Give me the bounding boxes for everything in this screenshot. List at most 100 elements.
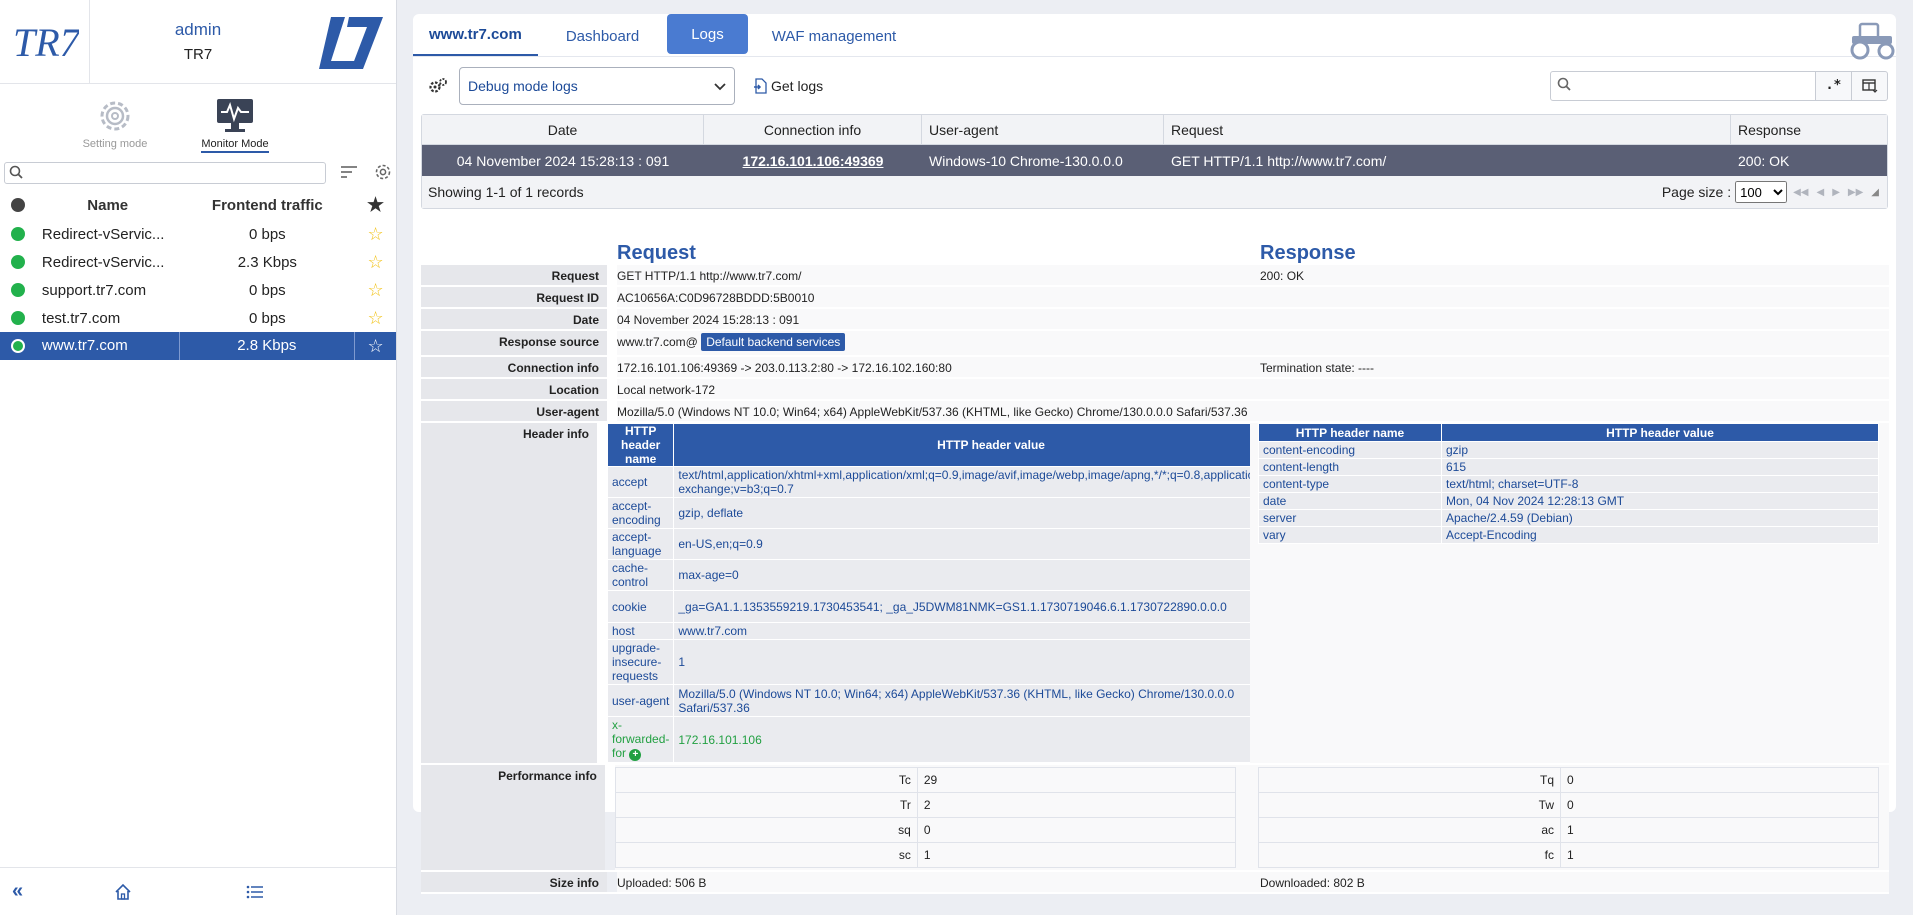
log-settings-button[interactable] — [427, 75, 449, 97]
value-user-agent: Mozilla/5.0 (Windows NT 10.0; Win64; x64… — [617, 401, 1889, 421]
header-name: content-length — [1258, 458, 1442, 476]
pager: Page size : 100 ◀◀ ◀ ▶ ▶▶ ◢ — [1662, 181, 1881, 203]
organization: TR7 — [183, 46, 213, 63]
log-row-selected[interactable]: 04 November 2024 15:28:13 : 091 172.16.1… — [422, 145, 1887, 176]
page-size-select[interactable]: 100 — [1735, 181, 1788, 203]
service-row-selected[interactable]: www.tr7.com 2.8 Kbps ☆ — [0, 332, 396, 360]
header-name: content-encoding — [1258, 441, 1442, 459]
log-grid-header: Date Connection info User-agent Request … — [422, 115, 1887, 145]
status-column-icon[interactable] — [10, 198, 25, 212]
tab-logs[interactable]: Logs — [667, 14, 748, 54]
setting-mode-button[interactable]: Setting mode — [75, 94, 155, 150]
header-name-col: HTTP header name — [1258, 423, 1442, 442]
log-search-input[interactable] — [1571, 78, 1815, 93]
table-columns-icon — [1861, 78, 1877, 93]
svg-text:TR7: TR7 — [13, 20, 79, 64]
last-page-icon[interactable]: ▶▶ — [1846, 187, 1865, 198]
name-column-header[interactable]: Name — [36, 197, 180, 214]
status-ok-icon — [10, 311, 25, 325]
header-row: server Apache/2.4.59 (Debian) — [1258, 509, 1879, 527]
regex-toggle-button[interactable]: .* — [1816, 70, 1852, 101]
sidebar-header: TR7 admin TR7 — [0, 0, 396, 84]
value-connection-info: 172.16.101.106:49369 -> 203.0.113.2:80 -… — [617, 357, 1260, 377]
col-request[interactable]: Request — [1164, 115, 1731, 144]
list-button[interactable] — [210, 885, 300, 899]
service-row[interactable]: support.tr7.com 0 bps ☆ — [0, 276, 396, 304]
collapse-sidebar-button[interactable]: « — [0, 880, 35, 903]
perf-key: sc — [614, 842, 918, 868]
perf-row: sc 1 — [614, 842, 1236, 868]
header-row: content-length 615 — [1258, 458, 1879, 476]
label-date: Date — [421, 309, 607, 329]
star-outline-icon[interactable]: ☆ — [367, 252, 383, 273]
star-outline-icon[interactable]: ☆ — [367, 336, 383, 357]
log-type-select[interactable]: Debug mode logs — [459, 66, 735, 105]
default-backend-services-button[interactable]: Default backend services — [701, 333, 846, 351]
get-logs-button[interactable]: Get logs — [753, 78, 823, 94]
star-outline-icon[interactable]: ☆ — [367, 224, 383, 245]
response-performance-table: Tq 0 Tw 0 ac 1 fc 1 — [1258, 767, 1879, 868]
header-value: www.tr7.com — [673, 622, 1309, 640]
header-row: host www.tr7.com — [606, 622, 1309, 640]
settings-icon[interactable] — [374, 163, 392, 184]
perf-value: 1 — [1560, 817, 1879, 843]
gear-icon — [100, 101, 130, 131]
cell-connection-link[interactable]: 172.16.101.106:49369 — [704, 145, 922, 176]
monitor-mode-label: Monitor Mode — [201, 138, 269, 153]
username[interactable]: admin — [90, 20, 306, 40]
status-ok-icon — [10, 255, 25, 269]
header-row: cache-control max-age=0 — [606, 559, 1309, 591]
traffic-column-header[interactable]: Frontend traffic — [180, 197, 356, 214]
detail-row-user-agent: User-agent Mozilla/5.0 (Windows NT 10.0;… — [421, 401, 1889, 423]
mode-switcher: Setting mode Monitor Mode — [0, 84, 396, 156]
prev-page-icon[interactable]: ◀ — [1815, 187, 1827, 198]
sort-icon[interactable] — [340, 165, 358, 182]
column-chooser-button[interactable] — [1852, 70, 1888, 101]
log-toolbar: Debug mode logs Get logs .* — [413, 56, 1896, 114]
monitor-mode-button[interactable]: Monitor Mode — [195, 94, 275, 153]
tab-dashboard[interactable]: Dashboard — [542, 16, 663, 56]
service-row[interactable]: Redirect-vServic... 2.3 Kbps ☆ — [0, 248, 396, 276]
resize-handle-icon[interactable]: ◢ — [1869, 187, 1881, 198]
service-search-bar — [0, 158, 396, 188]
home-button[interactable] — [35, 883, 210, 901]
service-search-input[interactable] — [23, 166, 325, 180]
header-row: accept text/html,application/xhtml+xml,ap… — [606, 466, 1309, 498]
perf-row: Tw 0 — [1258, 792, 1879, 818]
label-request: Request — [421, 265, 607, 285]
perf-value: 1 — [1560, 842, 1879, 868]
col-user-agent[interactable]: User-agent — [922, 115, 1164, 144]
header-value: text/html,application/xhtml+xml,applicat… — [673, 466, 1309, 498]
header-row: content-type text/html; charset=UTF-8 — [1258, 475, 1879, 493]
label-location: Location — [421, 379, 607, 399]
first-page-icon[interactable]: ◀◀ — [1791, 187, 1810, 198]
star-filled-icon[interactable]: ★ — [367, 194, 384, 217]
tab-site[interactable]: www.tr7.com — [413, 14, 538, 56]
header-value: gzip — [1441, 441, 1879, 459]
next-page-icon[interactable]: ▶ — [1830, 187, 1842, 198]
detail-row-request-id: Request ID AC10656A:C0D96728BDDD:5B0010 — [421, 287, 1889, 309]
header-name-col: HTTP header name — [606, 423, 675, 467]
header-name: accept — [606, 466, 675, 498]
service-name: Redirect-vServic... — [41, 253, 165, 271]
value-request-id: AC10656A:C0D96728BDDD:5B0010 — [617, 287, 1260, 307]
col-response[interactable]: Response — [1731, 115, 1887, 144]
star-outline-icon[interactable]: ☆ — [367, 308, 383, 329]
log-type-value: Debug mode logs — [468, 77, 578, 94]
service-row[interactable]: test.tr7.com 0 bps ☆ — [0, 304, 396, 332]
tractor-icon — [1846, 20, 1898, 63]
perf-value: 0 — [1560, 767, 1879, 793]
tab-waf-management[interactable]: WAF management — [756, 16, 913, 56]
service-row[interactable]: Redirect-vServic... 0 bps ☆ — [0, 220, 396, 248]
cell-response: 200: OK — [1738, 152, 1790, 169]
perf-row: fc 1 — [1258, 842, 1879, 868]
header-value: Mozilla/5.0 (Windows NT 10.0; Win64; x64… — [673, 684, 1309, 717]
col-date[interactable]: Date — [422, 115, 704, 144]
header-value: text/html; charset=UTF-8 — [1441, 475, 1879, 493]
status-ok-icon — [10, 227, 25, 241]
perf-value: 0 — [916, 817, 1236, 843]
cell-request: GET HTTP/1.1 http://www.tr7.com/ — [1171, 152, 1387, 169]
label-request-id: Request ID — [421, 287, 607, 307]
star-outline-icon[interactable]: ☆ — [367, 280, 383, 301]
col-connection-info[interactable]: Connection info — [704, 115, 922, 144]
